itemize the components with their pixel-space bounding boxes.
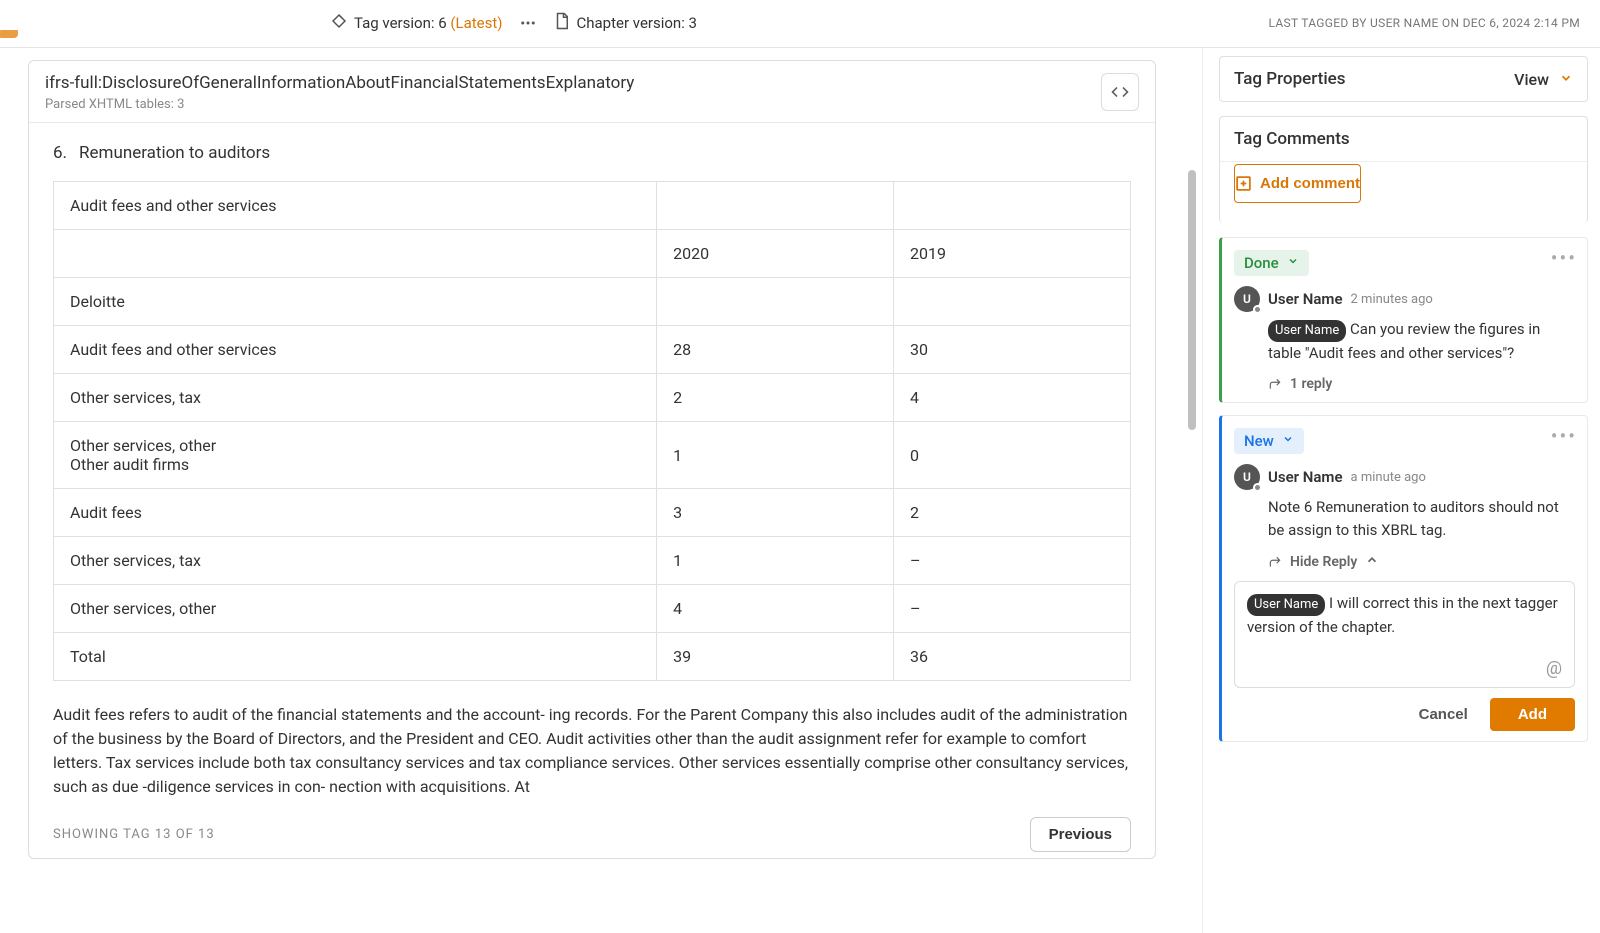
reply-editor[interactable]: User Name I will correct this in the nex… bbox=[1234, 581, 1575, 688]
row-value-2019: – bbox=[894, 537, 1131, 585]
row-value-2019 bbox=[894, 278, 1131, 326]
comment-menu-icon[interactable]: ••• bbox=[1551, 248, 1577, 268]
tag-version: Tag version: 6 (Latest) bbox=[354, 14, 503, 32]
properties-title: Tag Properties bbox=[1234, 69, 1346, 89]
reply-toggle[interactable]: 1 reply bbox=[1268, 376, 1575, 392]
row-value-2020: 3 bbox=[657, 489, 894, 537]
footer-row: SHOWING TAG 13 OF 13 Previous bbox=[53, 817, 1131, 852]
table-row: Other services, otherOther audit firms10 bbox=[54, 422, 1131, 489]
table-row: Audit fees and other services2830 bbox=[54, 326, 1131, 374]
tag-body: 6.Remuneration to auditors Audit fees an… bbox=[29, 123, 1155, 852]
comment-username: User Name bbox=[1268, 290, 1343, 308]
section-title: 6.Remuneration to auditors bbox=[53, 143, 1131, 163]
row-label: Deloitte bbox=[54, 278, 657, 326]
add-button[interactable]: Add bbox=[1490, 698, 1575, 731]
mention-icon[interactable]: @ bbox=[1247, 658, 1562, 679]
previous-button[interactable]: Previous bbox=[1030, 817, 1131, 852]
table-row: Other services, tax24 bbox=[54, 374, 1131, 422]
row-value-2019: 36 bbox=[894, 633, 1131, 681]
row-value-2019: 2 bbox=[894, 489, 1131, 537]
comment-card: ••• New U User Name a minute ago Note 6 … bbox=[1219, 415, 1588, 742]
comment-time: 2 minutes ago bbox=[1351, 292, 1433, 307]
hide-reply-toggle[interactable]: Hide Reply bbox=[1268, 553, 1575, 571]
chevron-down-icon bbox=[1559, 70, 1573, 89]
mention-badge: User Name bbox=[1268, 320, 1346, 342]
chevron-up-icon bbox=[1365, 553, 1379, 571]
view-toggle[interactable]: View bbox=[1514, 70, 1573, 89]
row-value-2020: 1 bbox=[657, 422, 894, 489]
row-value-2019: 30 bbox=[894, 326, 1131, 374]
comments-title: Tag Comments bbox=[1234, 129, 1350, 149]
tag-properties-panel: Tag Properties View bbox=[1219, 56, 1588, 102]
sidebar: Tag Properties View Tag Comments Add com… bbox=[1202, 48, 1600, 933]
row-label: Other services, tax bbox=[54, 537, 657, 585]
table-row: Other services, other4– bbox=[54, 585, 1131, 633]
version-info: Tag version: 6 (Latest) Chapter version:… bbox=[330, 12, 697, 34]
reply-actions: Cancel Add bbox=[1234, 698, 1575, 731]
status-badge-new[interactable]: New bbox=[1234, 428, 1304, 454]
row-value-2019: 4 bbox=[894, 374, 1131, 422]
latest-label: (Latest) bbox=[450, 14, 502, 32]
main-layout: ifrs-full:DisclosureOfGeneralInformation… bbox=[0, 48, 1600, 933]
last-tagged-info: LAST TAGGED BY USER NAME ON DEC 6, 2024 … bbox=[1269, 16, 1580, 30]
row-label: Other services, otherOther audit firms bbox=[54, 422, 657, 489]
row-label: Other services, tax bbox=[54, 374, 657, 422]
content-area: ifrs-full:DisclosureOfGeneralInformation… bbox=[0, 48, 1202, 933]
row-value-2020 bbox=[657, 278, 894, 326]
avatar: U bbox=[1234, 464, 1260, 490]
tag-icon bbox=[330, 12, 348, 34]
chapter-version: Chapter version: 3 bbox=[577, 14, 698, 32]
cancel-button[interactable]: Cancel bbox=[1409, 698, 1478, 731]
mention-badge: User Name bbox=[1247, 594, 1325, 616]
topbar: Tag version: 6 (Latest) Chapter version:… bbox=[0, 0, 1600, 48]
chevron-down-icon bbox=[1287, 255, 1299, 271]
comment-header: U User Name a minute ago bbox=[1234, 464, 1575, 490]
code-toggle-button[interactable] bbox=[1101, 73, 1139, 111]
chevron-down-icon bbox=[1282, 433, 1294, 449]
tag-subtitle: Parsed XHTML tables: 3 bbox=[45, 97, 1089, 112]
row-label: Total bbox=[54, 633, 657, 681]
row-value-2019: – bbox=[894, 585, 1131, 633]
scrollbar-thumb[interactable] bbox=[1188, 170, 1196, 430]
comment-username: User Name bbox=[1268, 468, 1343, 486]
status-badge-done[interactable]: Done bbox=[1234, 250, 1309, 276]
year-2019: 2019 bbox=[894, 230, 1131, 278]
comment-body: Note 6 Remuneration to auditors should n… bbox=[1268, 496, 1575, 541]
add-comment-button[interactable]: Add comment bbox=[1234, 164, 1361, 203]
row-value-2019: 0 bbox=[894, 422, 1131, 489]
reply-text[interactable]: User Name I will correct this in the nex… bbox=[1247, 592, 1562, 652]
comment-body: User Name Can you review the figures in … bbox=[1268, 318, 1575, 364]
row-value-2020: 2 bbox=[657, 374, 894, 422]
row-value-2020: 28 bbox=[657, 326, 894, 374]
avatar: U bbox=[1234, 286, 1260, 312]
table-row: Total3936 bbox=[54, 633, 1131, 681]
tag-block-header: ifrs-full:DisclosureOfGeneralInformation… bbox=[29, 61, 1155, 123]
table-row: Audit fees32 bbox=[54, 489, 1131, 537]
comment-card: ••• Done U User Name 2 minutes ago User … bbox=[1219, 237, 1588, 403]
tag-name: ifrs-full:DisclosureOfGeneralInformation… bbox=[45, 73, 1089, 93]
comment-menu-icon[interactable]: ••• bbox=[1551, 426, 1577, 446]
row-label: Other services, other bbox=[54, 585, 657, 633]
row-label: Audit fees and other services bbox=[54, 326, 657, 374]
orange-indicator bbox=[0, 30, 18, 38]
document-icon bbox=[553, 12, 571, 34]
description-text: Audit fees refers to audit of the financ… bbox=[53, 703, 1131, 799]
comment-header: U User Name 2 minutes ago bbox=[1234, 286, 1575, 312]
comment-time: a minute ago bbox=[1351, 470, 1426, 485]
tag-counter: SHOWING TAG 13 OF 13 bbox=[53, 827, 215, 842]
year-2020: 2020 bbox=[657, 230, 894, 278]
row-label: Audit fees bbox=[54, 489, 657, 537]
row-value-2020: 1 bbox=[657, 537, 894, 585]
row-value-2020: 4 bbox=[657, 585, 894, 633]
table-row: Deloitte bbox=[54, 278, 1131, 326]
row-value-2020: 39 bbox=[657, 633, 894, 681]
audit-fees-table: Audit fees and other services 2020 2019 … bbox=[53, 181, 1131, 681]
table-row: Other services, tax1– bbox=[54, 537, 1131, 585]
tag-block: ifrs-full:DisclosureOfGeneralInformation… bbox=[28, 60, 1156, 859]
tag-comments-panel: Tag Comments Add comment bbox=[1219, 116, 1588, 223]
more-icon[interactable] bbox=[519, 14, 537, 32]
table-caption: Audit fees and other services bbox=[54, 182, 657, 230]
